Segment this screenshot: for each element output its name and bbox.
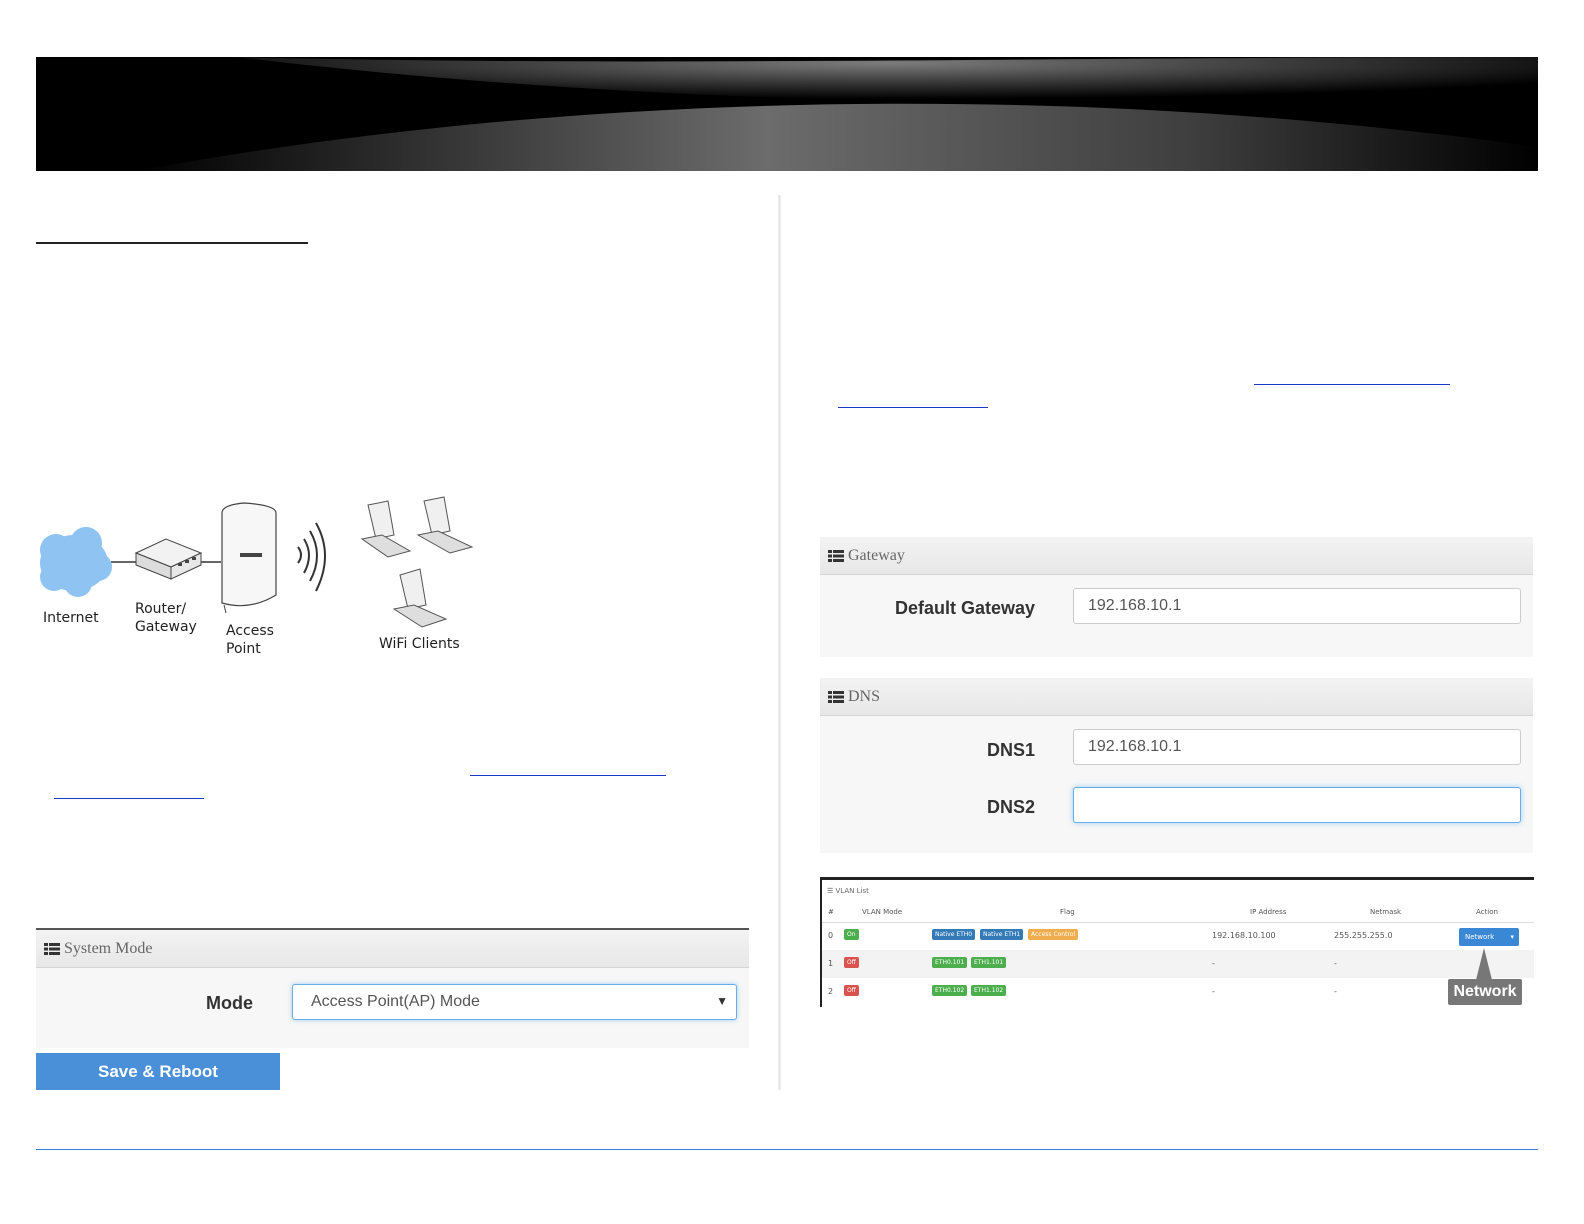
vlan-mode-badge: Off — [844, 957, 859, 968]
column-divider — [778, 195, 781, 1090]
list-icon — [828, 549, 844, 562]
wifi-signal-icon — [297, 522, 326, 592]
laptop-icon — [392, 568, 448, 628]
dns1-label: DNS1 — [986, 740, 1035, 760]
gateway-panel: Gateway Default Gateway 192.168.10.1 — [820, 537, 1533, 657]
hyperlink-underline[interactable] — [1254, 384, 1450, 385]
router-icon — [134, 538, 203, 580]
system-mode-panel: System Mode Mode Access Point(AP) Mode ▼ — [36, 928, 749, 1048]
access-point-label: Access Point — [226, 622, 274, 658]
mode-select[interactable]: Access Point(AP) Mode ▼ — [292, 984, 737, 1020]
access-point-icon — [221, 502, 277, 614]
hyperlink-underline[interactable] — [470, 775, 666, 776]
ap-label-line: Point — [226, 641, 261, 657]
list-icon — [44, 942, 60, 955]
dns2-label: DNS2 — [986, 797, 1035, 817]
laptop-icon — [416, 496, 474, 554]
dns2-input[interactable] — [1073, 787, 1521, 823]
dns-panel: DNS DNS1 192.168.10.1 DNS2 — [820, 678, 1533, 853]
vlan-netmask: - — [1334, 987, 1337, 996]
vlan-netmask: 255.255.255.0 — [1334, 931, 1393, 940]
section-heading-underline — [36, 242, 308, 244]
system-mode-panel-header: System Mode — [36, 930, 749, 968]
vlan-col-header: Netmask — [1370, 908, 1402, 916]
vlan-list-title: ☰ VLAN List — [827, 887, 869, 895]
header-banner — [36, 57, 1538, 171]
vlan-index: 2 — [828, 987, 834, 996]
vlan-netmask: - — [1334, 959, 1337, 968]
wifi-clients-label: WiFi Clients — [379, 636, 460, 652]
list-icon — [828, 690, 844, 703]
vlan-col-header: IP Address — [1250, 908, 1287, 916]
ap-label-line: Access — [226, 623, 274, 639]
callout-pointer-icon — [1476, 948, 1492, 980]
table-row: 2 Off ETH0.102 ETH1.102 - - — [822, 978, 1534, 1006]
internet-label: Internet — [43, 610, 99, 626]
table-row: 0 On Native ETH0 Native ETH1 Access Cont… — [822, 922, 1534, 950]
vlan-col-header: Action — [1476, 908, 1498, 916]
vlan-index: 1 — [828, 959, 834, 968]
flag-badge: Native ETH1 — [980, 929, 1024, 940]
flag-badge: ETH0.101 — [932, 957, 968, 968]
table-row: 1 Off ETH0.101 ETH1.101 - - — [822, 950, 1534, 978]
ap-topology-diagram: Internet Router/ Gateway Access Point Wi… — [36, 495, 486, 665]
list-icon: ☰ — [827, 887, 834, 895]
hyperlink-underline[interactable] — [838, 407, 988, 408]
vlan-list-title-text: VLAN List — [835, 887, 869, 895]
laptop-icon — [360, 500, 412, 558]
vlan-list-panel: ☰ VLAN List # VLAN Mode Flag IP Address … — [820, 877, 1534, 1007]
vlan-ip: - — [1212, 959, 1215, 968]
vlan-mode-badge: Off — [844, 985, 859, 996]
router-label: Router/ Gateway — [135, 600, 197, 636]
caret-down-icon: ▾ — [1510, 933, 1514, 941]
vlan-col-header: Flag — [1060, 908, 1075, 916]
panel-title: Gateway — [848, 546, 905, 564]
default-gateway-input[interactable]: 192.168.10.1 — [1073, 588, 1521, 624]
vlan-ip: - — [1212, 987, 1215, 996]
save-reboot-button[interactable]: Save & Reboot — [36, 1053, 280, 1090]
flag-badge: ETH1.101 — [971, 957, 1007, 968]
flag-badge: ETH0.102 — [932, 985, 968, 996]
panel-title: System Mode — [64, 939, 153, 957]
vlan-mode-badge: On — [844, 929, 859, 940]
gateway-panel-header: Gateway — [820, 537, 1533, 575]
flag-badge: ETH1.102 — [971, 985, 1007, 996]
flag-badge: Native ETH0 — [932, 929, 976, 940]
vlan-col-header: VLAN Mode — [862, 908, 903, 916]
network-callout: Network — [1448, 979, 1522, 1005]
hyperlink-underline[interactable] — [54, 798, 204, 799]
vlan-col-header: # — [828, 908, 834, 916]
dns-panel-header: DNS — [820, 678, 1533, 716]
mode-label: Mode — [206, 993, 253, 1013]
footer-rule — [36, 1149, 1538, 1150]
dns1-input[interactable]: 192.168.10.1 — [1073, 729, 1521, 765]
default-gateway-label: Default Gateway — [894, 598, 1035, 618]
internet-cloud-icon — [40, 527, 112, 597]
mode-select-value: Access Point(AP) Mode — [311, 993, 480, 1010]
network-action-button[interactable]: Network ▾ — [1459, 928, 1519, 946]
vlan-table-header: # VLAN Mode Flag IP Address Netmask Acti… — [822, 902, 1534, 923]
banner-swoosh-graphic — [36, 57, 1538, 171]
router-label-line: Router/ — [135, 601, 187, 617]
panel-title: DNS — [848, 687, 881, 705]
vlan-index: 0 — [828, 931, 834, 940]
caret-down-icon: ▼ — [716, 994, 728, 1008]
network-action-label: Network — [1465, 933, 1495, 941]
vlan-ip: 192.168.10.100 — [1212, 931, 1276, 940]
flag-badge: Access Control — [1028, 929, 1079, 940]
router-label-line: Gateway — [135, 619, 197, 635]
